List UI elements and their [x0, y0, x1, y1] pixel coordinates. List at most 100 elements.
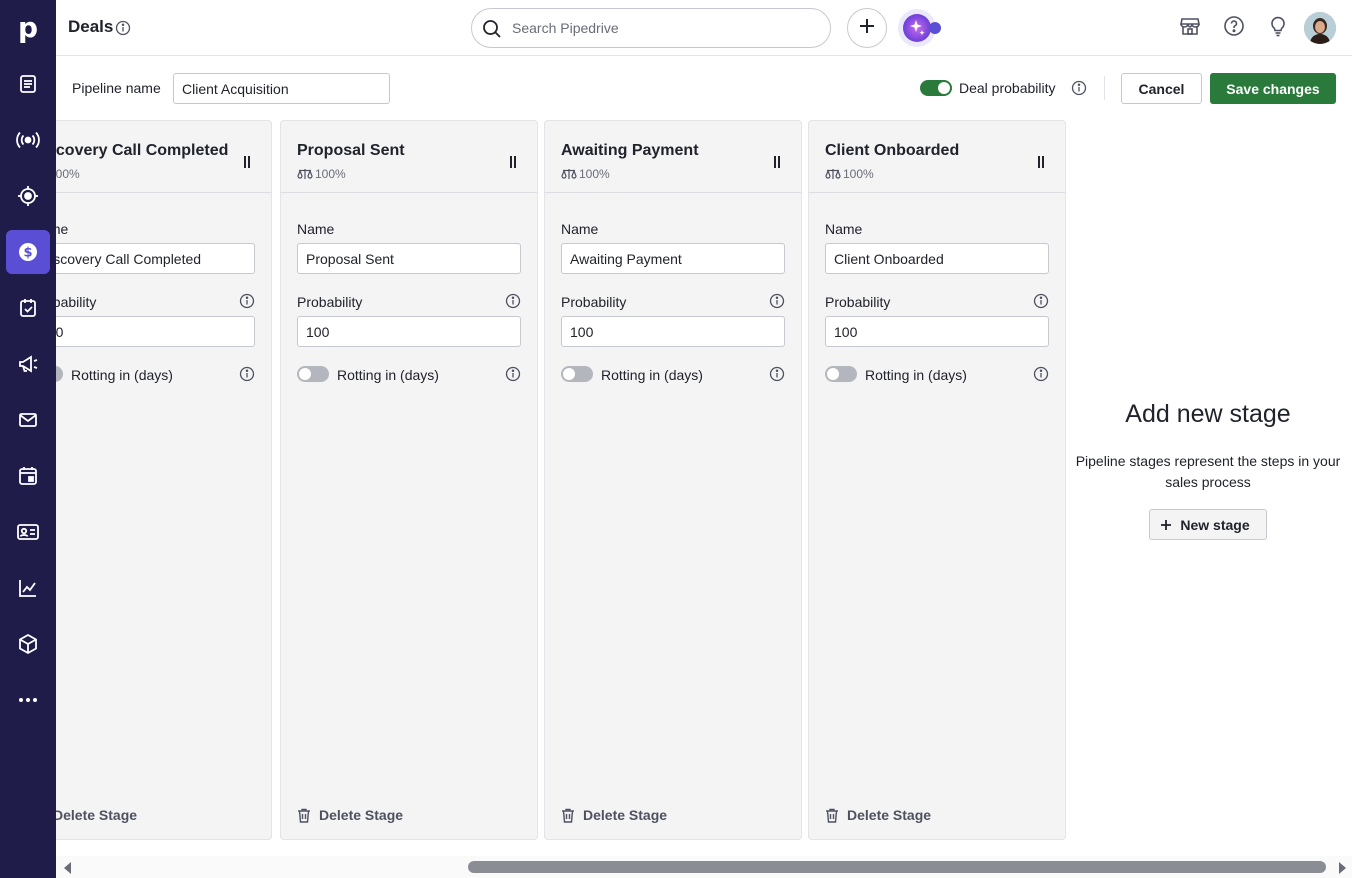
activities-icon	[17, 297, 39, 319]
sidebar-item-products[interactable]	[6, 622, 50, 666]
stage-probability: 100%	[825, 167, 874, 181]
sidebar-item-deals[interactable]: $	[6, 230, 50, 274]
scale-icon	[561, 169, 577, 179]
pipedrive-logo[interactable]: p	[0, 0, 56, 56]
probability-input[interactable]	[297, 316, 521, 347]
rotting-label: Rotting in (days)	[337, 367, 439, 383]
probability-input[interactable]	[825, 316, 1049, 347]
stage-name-input[interactable]	[297, 243, 521, 274]
calendar-icon	[17, 465, 39, 487]
stage-column: Client Onboarded 100% Name Probability R…	[808, 120, 1066, 840]
probability-label: Probability	[561, 294, 627, 310]
marketplace-button[interactable]	[1177, 15, 1203, 41]
add-stage-panel: Add new stage Pipeline stages represent …	[1072, 400, 1344, 540]
contacts-icon	[16, 521, 40, 543]
more-icon	[17, 689, 39, 711]
info-icon[interactable]	[505, 366, 521, 387]
info-icon[interactable]	[115, 20, 131, 41]
stage-percent: 100%	[56, 167, 80, 181]
stage-title: Proposal Sent	[297, 142, 405, 159]
sidebar-item-activities[interactable]	[6, 286, 50, 330]
rotting-toggle[interactable]	[825, 366, 857, 382]
cancel-button[interactable]: Cancel	[1121, 73, 1202, 104]
probability-label: Probability	[297, 294, 363, 310]
stage-name-label: Name	[297, 221, 335, 237]
drag-handle-icon[interactable]	[773, 155, 781, 173]
stage-header[interactable]: Proposal Sent 100%	[281, 121, 537, 193]
stage-column: Discovery Call Completed 100% Name Proba…	[56, 120, 272, 840]
drag-handle-icon[interactable]	[243, 155, 251, 173]
broadcast-icon	[15, 129, 41, 151]
info-icon[interactable]	[1033, 293, 1049, 314]
stage-percent: 100%	[315, 167, 346, 181]
sidebar-item-more[interactable]	[6, 678, 50, 722]
products-icon	[17, 633, 39, 655]
stage-header[interactable]: Client Onboarded 100%	[809, 121, 1065, 193]
insights-icon	[17, 577, 39, 599]
ai-assistant-button[interactable]	[897, 8, 943, 48]
info-icon[interactable]	[769, 293, 785, 314]
plus-icon	[858, 17, 876, 40]
dollar-icon: $	[17, 241, 39, 263]
delete-stage-button[interactable]: Delete Stage	[56, 807, 137, 823]
pipeline-name-input[interactable]	[173, 73, 390, 104]
drag-handle-icon[interactable]	[509, 155, 517, 173]
delete-stage-button[interactable]: Delete Stage	[825, 807, 931, 823]
quick-add-button[interactable]	[847, 8, 887, 48]
stage-column: Proposal Sent 100% Name Probability Rott…	[280, 120, 538, 840]
info-icon[interactable]	[1071, 80, 1087, 101]
sidebar-item-insights[interactable]	[6, 566, 50, 610]
divider	[1104, 76, 1105, 100]
stage-header[interactable]: Discovery Call Completed 100%	[56, 121, 271, 193]
probability-input[interactable]	[56, 316, 255, 347]
rotting-toggle[interactable]	[297, 366, 329, 382]
info-icon[interactable]	[505, 293, 521, 314]
scroll-left-icon[interactable]	[62, 861, 74, 878]
sidebar-item-campaigns[interactable]	[6, 342, 50, 386]
info-icon[interactable]	[769, 366, 785, 387]
rotting-label: Rotting in (days)	[71, 367, 173, 383]
leads-icon	[17, 73, 39, 95]
tips-button[interactable]	[1265, 15, 1291, 41]
delete-stage-button[interactable]: Delete Stage	[297, 807, 403, 823]
help-icon	[1223, 15, 1245, 42]
search-input[interactable]	[512, 18, 812, 38]
lightbulb-icon	[1267, 15, 1289, 42]
stage-header[interactable]: Awaiting Payment 100%	[545, 121, 801, 193]
rotting-toggle[interactable]	[561, 366, 593, 382]
sidebar-item-projects[interactable]	[6, 174, 50, 218]
main-sidebar: p $	[0, 0, 56, 878]
trash-icon	[562, 808, 574, 823]
stage-name-input[interactable]	[56, 243, 255, 274]
probability-input[interactable]	[561, 316, 785, 347]
stage-name-input[interactable]	[825, 243, 1049, 274]
info-icon[interactable]	[239, 366, 255, 387]
deal-probability-toggle[interactable]	[920, 80, 952, 96]
help-button[interactable]	[1221, 15, 1247, 41]
new-stage-label: New stage	[1180, 516, 1250, 533]
info-icon[interactable]	[1033, 366, 1049, 387]
sidebar-item-contacts[interactable]	[6, 510, 50, 554]
avatar[interactable]	[1304, 12, 1336, 44]
horizontal-scrollbar[interactable]	[56, 856, 1352, 878]
sidebar-item-broadcast[interactable]	[6, 118, 50, 162]
info-icon[interactable]	[239, 293, 255, 314]
delete-stage-button[interactable]: Delete Stage	[561, 807, 667, 823]
sidebar-item-mail[interactable]	[6, 398, 50, 442]
delete-stage-label: Delete Stage	[583, 807, 668, 823]
scrollbar-thumb[interactable]	[468, 861, 1326, 873]
new-stage-button[interactable]: New stage	[1149, 509, 1267, 540]
rotting-toggle[interactable]	[56, 366, 63, 382]
drag-handle-icon[interactable]	[1037, 155, 1045, 173]
store-icon	[1179, 15, 1201, 42]
probability-label: Probability	[825, 294, 891, 310]
add-stage-description: Pipeline stages represent the steps in y…	[1075, 453, 1341, 490]
delete-stage-label: Delete Stage	[847, 807, 932, 823]
add-stage-title: Add new stage	[1125, 400, 1291, 428]
sidebar-item-leads[interactable]	[6, 62, 50, 106]
sidebar-item-calendar[interactable]	[6, 454, 50, 498]
stage-name-input[interactable]	[561, 243, 785, 274]
save-changes-button[interactable]: Save changes	[1210, 73, 1336, 104]
stage-column: Awaiting Payment 100% Name Probability R…	[544, 120, 802, 840]
scroll-right-icon[interactable]	[1336, 861, 1348, 878]
